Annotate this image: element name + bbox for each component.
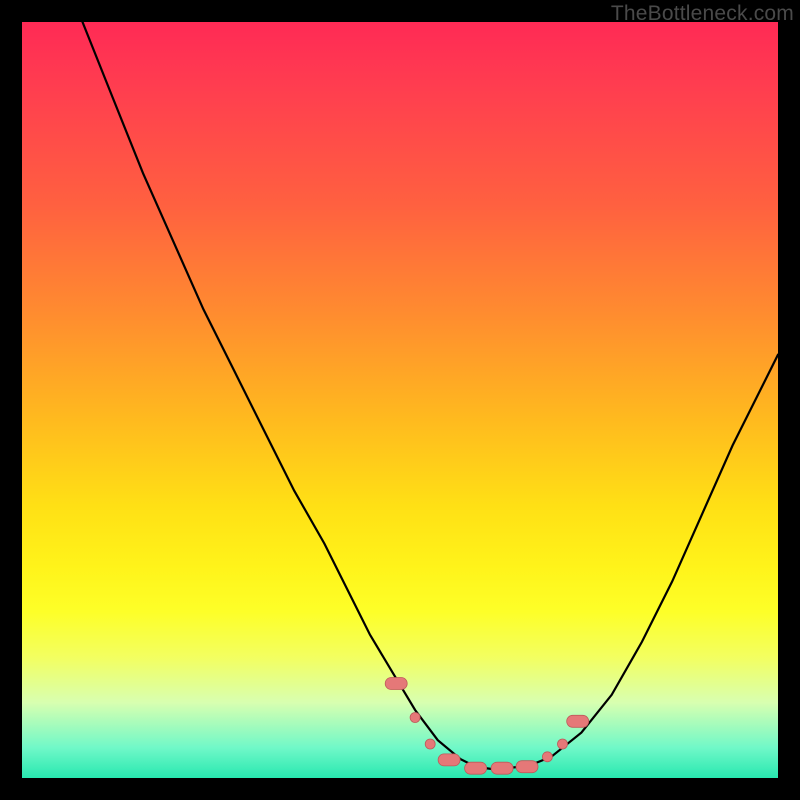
curve-marker [567, 715, 589, 727]
chart-svg [22, 22, 778, 778]
curve-marker [558, 739, 568, 749]
marker-group [385, 678, 589, 775]
curve-marker [516, 761, 538, 773]
curve-marker [438, 754, 460, 766]
curve-marker [465, 762, 487, 774]
curve-marker [425, 739, 435, 749]
watermark-label: TheBottleneck.com [611, 2, 794, 26]
chart-plot-area [22, 22, 778, 778]
curve-marker [410, 713, 420, 723]
curve-marker [542, 752, 552, 762]
curve-marker [491, 762, 513, 774]
curve-marker [385, 678, 407, 690]
bottleneck-curve [83, 22, 779, 769]
chart-frame: TheBottleneck.com [0, 0, 800, 800]
